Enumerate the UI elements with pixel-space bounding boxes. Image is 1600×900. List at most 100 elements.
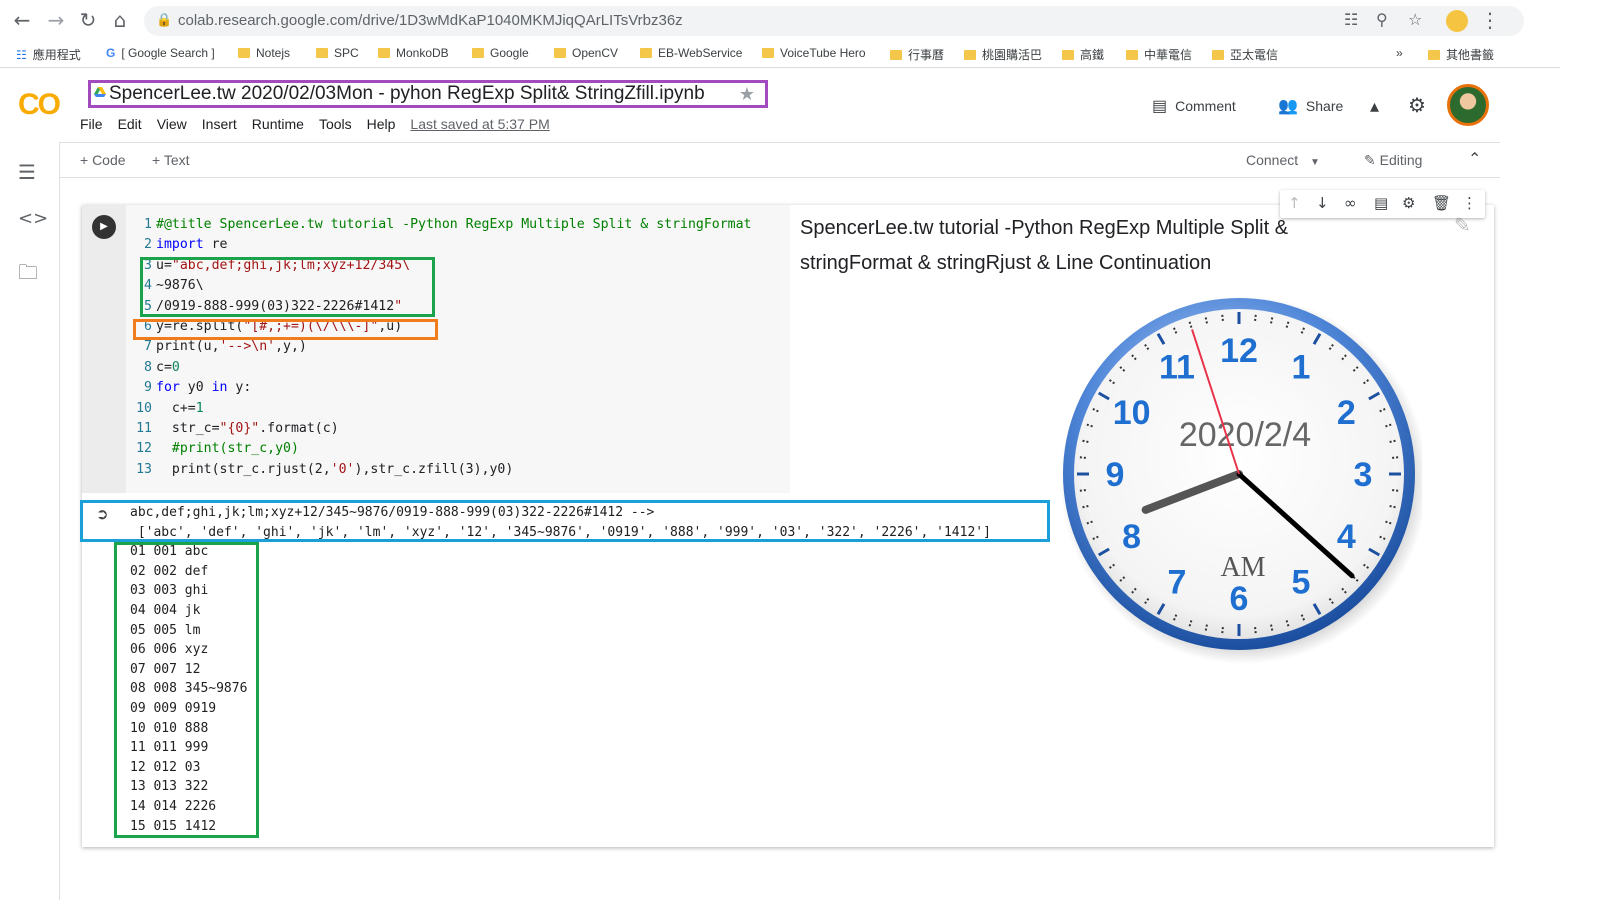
gear-icon[interactable]: ⚙ <box>1402 194 1415 212</box>
bookmark-overflow[interactable]: » <box>1396 46 1403 60</box>
reload-icon[interactable]: ↻ <box>76 8 100 32</box>
forward-icon[interactable]: → <box>44 8 68 32</box>
clock-numeral: 10 <box>1113 394 1151 432</box>
drive-icon <box>94 87 106 97</box>
home-icon[interactable]: ⌂ <box>108 8 132 32</box>
clock-ampm: AM <box>1220 552 1265 583</box>
share-button[interactable]: 👥 Share <box>1278 96 1343 116</box>
bookmark-monkodb[interactable]: MonkoDB <box>378 46 449 60</box>
bookmark-aptg[interactable]: 亞太電信 <box>1212 46 1278 63</box>
clock-numeral: 9 <box>1106 456 1125 494</box>
colab-logo[interactable]: CO <box>18 88 61 122</box>
folder-icon <box>890 49 902 60</box>
more-icon[interactable]: ⋮ <box>1478 8 1502 32</box>
clock-numeral: 5 <box>1292 563 1311 601</box>
menu-bar: File Edit View Insert Runtime Tools Help… <box>80 116 550 132</box>
clock-numeral: 7 <box>1168 563 1187 601</box>
more-icon[interactable]: ⋮ <box>1462 194 1477 212</box>
comment-cell-icon[interactable]: ▤ <box>1374 194 1388 212</box>
code-line: 13 print(str_c.rjust(2,'0'),str_c.zfill(… <box>136 461 514 477</box>
comment-icon: ▤ <box>1152 98 1168 115</box>
apps-icon: ☷ <box>16 47 27 62</box>
arrow-up-icon[interactable]: ↑ <box>1288 194 1301 212</box>
add-code-button[interactable]: + Code <box>80 152 126 168</box>
output-row: 09 009 0919 <box>130 700 217 716</box>
back-icon[interactable]: ← <box>10 8 34 32</box>
add-text-button[interactable]: + Text <box>152 152 190 168</box>
bookmark-other[interactable]: 其他書籤 <box>1428 46 1494 63</box>
cell-output: abc,def;ghi,jk;lm;xyz+12/345~9876/0919-8… <box>130 503 991 836</box>
folder-icon <box>762 48 774 58</box>
star-icon[interactable]: ★ <box>739 84 755 106</box>
bookmark-google-search[interactable]: G[ Google Search ] <box>106 46 215 60</box>
bookmark-apps[interactable]: ☷ 應用程式 <box>16 46 81 63</box>
clock-numeral: 3 <box>1354 456 1373 494</box>
lock-icon: 🔒 <box>156 12 173 27</box>
output-row: 08 008 345~9876 <box>130 681 248 697</box>
bookmark-opencv[interactable]: OpenCV <box>554 46 618 60</box>
menu-insert[interactable]: Insert <box>202 116 237 132</box>
google-icon: G <box>106 46 116 60</box>
avatar[interactable] <box>1447 84 1489 126</box>
bookmark-voicetube[interactable]: VoiceTube Hero <box>762 46 866 60</box>
code-line: 10 c+=1 <box>136 400 204 416</box>
folder-icon <box>316 48 328 58</box>
editing-button[interactable]: ✎ Editing <box>1364 152 1422 169</box>
output-row: 14 014 2226 <box>130 798 217 814</box>
bookmark-eb-webservice[interactable]: EB-WebService <box>640 46 742 60</box>
profile-icon[interactable] <box>1446 10 1468 32</box>
folder-icon <box>378 48 390 58</box>
output-row: 12 012 03 <box>130 759 201 775</box>
star-icon[interactable]: ☆ <box>1408 10 1422 29</box>
translate-icon[interactable]: ☷ <box>1344 10 1358 29</box>
menu-runtime[interactable]: Runtime <box>252 116 304 132</box>
folder-icon <box>640 48 652 58</box>
link-icon[interactable]: ∞ <box>1344 194 1357 212</box>
menu-tools[interactable]: Tools <box>319 116 352 132</box>
pencil-icon: ✎ <box>1364 152 1376 168</box>
folder-icon <box>1062 49 1074 60</box>
code-line: 7 print(u,'-->\n',y,) <box>144 339 307 355</box>
bookmark-notejs[interactable]: Notejs <box>238 46 290 60</box>
gear-icon[interactable]: ⚙ <box>1408 93 1426 118</box>
bookmark-hsr[interactable]: 高鐵 <box>1062 46 1104 63</box>
bookmark-spc[interactable]: SPC <box>316 46 359 60</box>
code-editor[interactable]: 1 #@title SpencerLee.tw tutorial -Python … <box>126 205 790 493</box>
notebook-title[interactable]: SpencerLee.tw 2020/02/03Mon - pyhon RegE… <box>88 80 768 108</box>
bookmark-taoyuan[interactable]: 桃園購活巴 <box>964 46 1042 63</box>
arrow-down-icon[interactable]: ↓ <box>1316 194 1329 212</box>
analog-clock: 12 12 3 45 6 78 9 1011 2020/2/4 AM <box>1062 296 1422 664</box>
folder-icon <box>554 48 566 58</box>
flask-icon[interactable]: ▴ <box>1370 96 1379 117</box>
bookmarks-bar: ☷ 應用程式 G[ Google Search ] Notejs SPC Monk… <box>0 42 1560 68</box>
bookmark-calendar[interactable]: 行事曆 <box>890 46 944 63</box>
code-line: 3 u="abc,def;ghi,jk;lm;xyz+12/345\ <box>144 257 411 273</box>
address-bar[interactable]: 🔒 colab.research.google.com/drive/1D3wMd… <box>144 6 1524 36</box>
connect-button[interactable]: Connect ▼ <box>1246 152 1320 168</box>
run-icon[interactable]: ▶ <box>92 215 116 239</box>
output-row: 15 015 1412 <box>130 818 217 834</box>
output-icon[interactable]: ➲ <box>96 505 109 523</box>
last-saved-link[interactable]: Last saved at 5:37 PM <box>410 116 549 132</box>
collapse-icon[interactable]: ⌃ <box>1468 149 1481 169</box>
zoom-icon[interactable]: ⚲ <box>1376 10 1388 29</box>
code-line: 1 #@title SpencerLee.tw tutorial -Python … <box>144 217 752 232</box>
menu-file[interactable]: File <box>80 116 103 132</box>
clock-numeral: 11 <box>1159 349 1195 387</box>
output-row: 11 011 999 <box>130 740 209 756</box>
code-icon[interactable]: <> <box>18 208 48 229</box>
toc-icon[interactable]: ☰ <box>18 160 36 184</box>
code-line: 5/0919-888-999(03)322-2226#1412" <box>144 298 403 314</box>
folder-icon <box>1212 49 1224 60</box>
output-row: 13 013 322 <box>130 779 209 795</box>
menu-edit[interactable]: Edit <box>118 116 142 132</box>
output-rows: 01 001 abc 02 002 def 03 003 ghi 04 004 jk 0… <box>130 542 991 836</box>
files-icon[interactable]: 🗀 <box>18 258 38 292</box>
bookmark-google[interactable]: Google <box>472 46 529 60</box>
delete-icon[interactable]: 🗑 <box>1432 194 1451 212</box>
comment-button[interactable]: ▤ Comment <box>1152 96 1236 116</box>
menu-view[interactable]: View <box>157 116 187 132</box>
bookmark-cht[interactable]: 中華電信 <box>1126 46 1192 63</box>
folder-icon <box>238 48 250 58</box>
menu-help[interactable]: Help <box>367 116 396 132</box>
